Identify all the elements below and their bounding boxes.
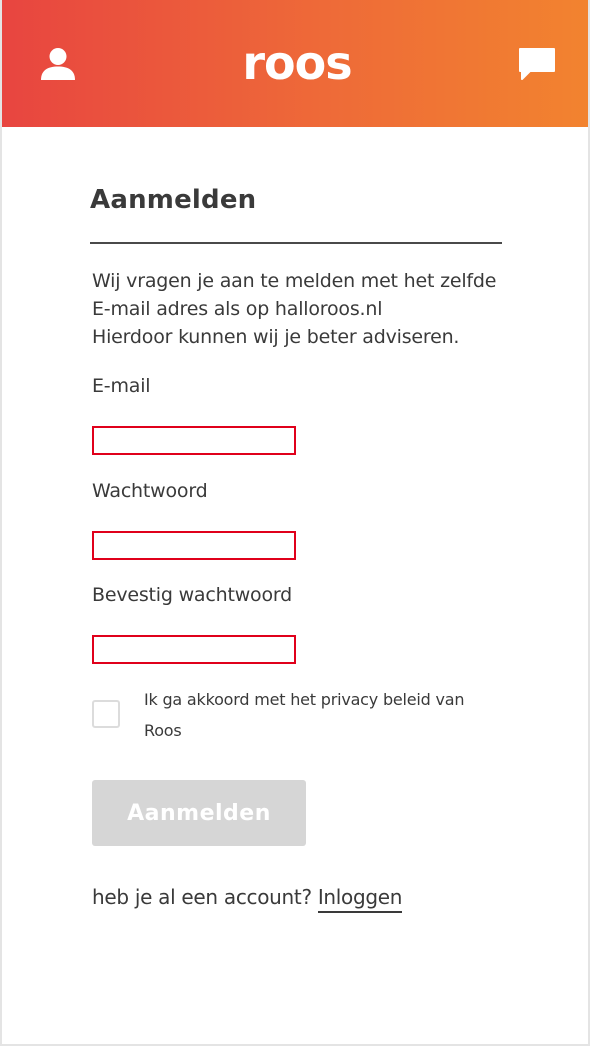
privacy-checkbox[interactable]: [92, 700, 120, 728]
intro-text: Wij vragen je aan te melden met het zelf…: [92, 267, 504, 351]
confirm-password-field[interactable]: [92, 635, 296, 664]
password-field[interactable]: [92, 531, 296, 560]
email-label: E-mail: [92, 375, 151, 397]
chat-icon: [519, 48, 555, 80]
intro-line: E-mail adres als op halloroos.nl: [92, 298, 383, 320]
title-divider: [90, 242, 502, 244]
user-icon: [41, 48, 75, 80]
signup-button[interactable]: Aanmelden: [92, 780, 306, 846]
intro-line: Wij vragen je aan te melden met het zelf…: [92, 270, 497, 292]
page-title: Aanmelden: [90, 185, 257, 215]
account-prompt-text: heb je al een account?: [92, 885, 312, 909]
intro-line: Hierdoor kunnen wij je beter adviseren.: [92, 326, 460, 348]
email-field[interactable]: [92, 426, 296, 455]
privacy-label[interactable]: Ik ga akkoord met het privacy beleid van…: [144, 684, 504, 746]
account-button[interactable]: [36, 44, 80, 84]
app-header: roos: [2, 0, 588, 127]
login-prompt: heb je al een account? Inloggen: [92, 885, 402, 913]
login-link[interactable]: Inloggen: [317, 885, 402, 913]
roos-logo: roos: [242, 36, 352, 90]
password-label: Wachtwoord: [92, 480, 208, 502]
chat-button[interactable]: [512, 44, 562, 84]
app-frame: roos Aanmelden Wij vragen je aan te meld…: [0, 0, 590, 1046]
confirm-password-label: Bevestig wachtwoord: [92, 584, 293, 606]
